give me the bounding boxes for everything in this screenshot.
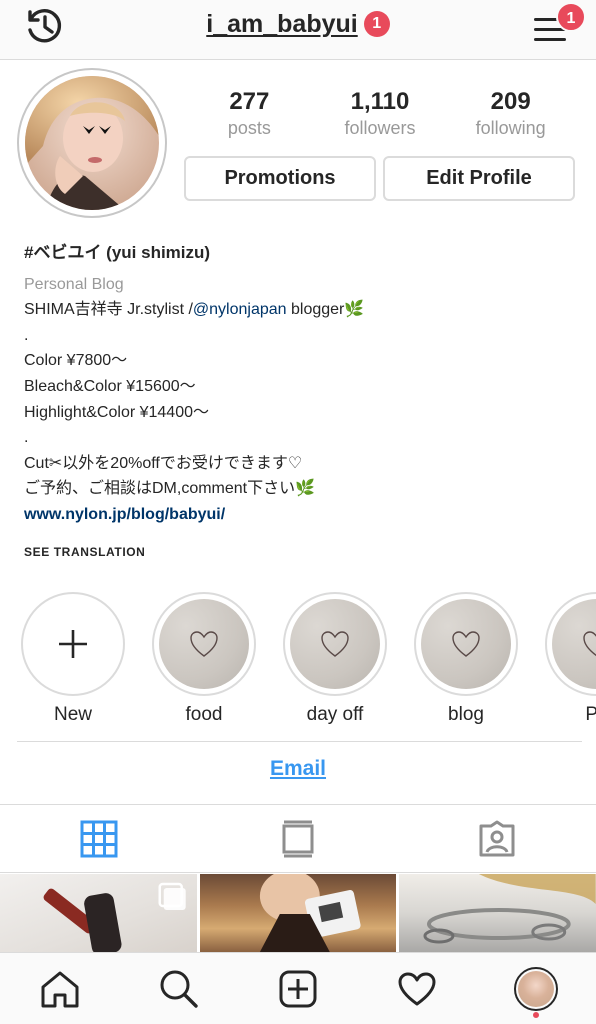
- bio-line: Cut✂︎以外を20%offでお受けできます♡: [24, 454, 303, 472]
- email-label: Email: [269, 757, 327, 780]
- post-image: [423, 874, 596, 944]
- highlight-ring: [21, 592, 125, 696]
- stat-label: following: [475, 118, 546, 138]
- bio-line: Highlight&Color ¥14400〜: [24, 403, 210, 421]
- menu-button[interactable]: 1: [532, 2, 586, 46]
- highlight-label: food: [185, 704, 223, 725]
- highlight-day-off[interactable]: day off: [283, 592, 387, 726]
- website-link[interactable]: www.nylon.jp/blog/babyui/: [24, 502, 574, 528]
- post-image: [259, 874, 361, 952]
- highlight-partial[interactable]: Pa: [545, 592, 596, 726]
- top-bar: i_am_babyui 1 1: [0, 0, 596, 60]
- search-icon: [160, 970, 198, 1008]
- email-contact-button[interactable]: Email: [0, 757, 596, 781]
- profile-avatar-ring[interactable]: [17, 68, 167, 218]
- plus-icon: [28, 599, 118, 689]
- stat-label: posts: [227, 118, 271, 138]
- highlight-ring: [283, 592, 387, 696]
- heart-icon: [583, 631, 596, 657]
- highlight-ring: [414, 592, 518, 696]
- highlight-label: Pa: [585, 704, 596, 725]
- highlight-blog[interactable]: blog: [414, 592, 518, 726]
- avatar-photo: [518, 970, 555, 1007]
- avatar-photo: [25, 76, 159, 210]
- bio-text: blogger🌿: [286, 301, 365, 319]
- notification-badge: 1: [363, 11, 390, 37]
- story-highlights: New food day off blog Pa: [0, 592, 596, 732]
- stat-posts[interactable]: 277 posts: [184, 88, 315, 139]
- profile-bio: #ベビユイ (yui shimizu) Personal Blog SHIMA吉…: [24, 240, 574, 528]
- activity-dot: [533, 1012, 540, 1018]
- promotions-button[interactable]: Promotions: [184, 156, 376, 201]
- highlight-cover: [552, 599, 596, 689]
- add-icon: [279, 970, 317, 1007]
- highlight-label: blog: [448, 704, 484, 725]
- list-icon: [282, 820, 314, 858]
- nav-activity[interactable]: [358, 953, 477, 1024]
- highlight-new[interactable]: New: [21, 592, 125, 726]
- username-label[interactable]: i_am_babyui: [206, 10, 357, 38]
- bio-text: SHIMA吉祥寺 Jr.stylist /: [24, 301, 193, 319]
- stat-value: 209: [490, 88, 531, 115]
- nav-profile[interactable]: [477, 953, 596, 1024]
- highlight-food[interactable]: food: [152, 592, 256, 726]
- profile-stats: 277 posts 1,110 followers 209 following: [184, 88, 576, 139]
- home-icon: [41, 971, 79, 1007]
- highlight-cover: [159, 599, 249, 689]
- stat-label: followers: [344, 118, 416, 138]
- nav-search[interactable]: [119, 953, 238, 1024]
- grid-icon: [80, 820, 118, 858]
- nav-add[interactable]: [238, 953, 357, 1024]
- stat-following[interactable]: 209 following: [445, 88, 576, 139]
- stat-value: 277: [229, 88, 270, 115]
- stat-value: 1,110: [350, 88, 410, 115]
- tab-tagged[interactable]: [397, 805, 596, 873]
- profile-avatar: [25, 76, 159, 210]
- display-name: #ベビユイ (yui shimizu): [24, 243, 211, 262]
- highlight-cover: [421, 599, 511, 689]
- post-image: [43, 882, 186, 952]
- tab-grid[interactable]: [0, 805, 199, 873]
- profile-tabs: [0, 805, 596, 873]
- heart-icon: [452, 631, 480, 657]
- tagged-icon: [479, 820, 515, 857]
- highlight-ring: [545, 592, 596, 696]
- bio-line: SHIMA吉祥寺 Jr.stylist /@nylonjapan blogger…: [24, 297, 574, 323]
- bio-line: Color ¥7800〜: [24, 352, 128, 370]
- menu-bar: [534, 38, 566, 41]
- profile-avatar: [514, 966, 559, 1011]
- menu-badge: 1: [556, 2, 586, 32]
- edit-profile-button[interactable]: Edit Profile: [383, 156, 575, 201]
- profile-category: Personal Blog: [24, 275, 124, 293]
- post-thumbnail[interactable]: [399, 874, 596, 952]
- highlight-label: New: [53, 704, 92, 725]
- tab-list[interactable]: [199, 805, 398, 873]
- nav-home[interactable]: [0, 953, 119, 1024]
- post-thumbnail[interactable]: [0, 874, 197, 952]
- posts-grid: [0, 874, 596, 952]
- stat-followers[interactable]: 1,110 followers: [315, 88, 446, 139]
- bio-line: ご予約、ご相談はDM,comment下さい🌿: [24, 480, 316, 498]
- heart-icon: [190, 631, 218, 657]
- bio-line: .: [24, 326, 29, 344]
- highlight-ring: [152, 592, 256, 696]
- username-title[interactable]: i_am_babyui 1: [0, 10, 596, 39]
- see-translation-link[interactable]: SEE TRANSLATION: [24, 545, 145, 559]
- heart-icon: [398, 972, 436, 1005]
- mention-link[interactable]: @nylonjapan: [193, 301, 287, 318]
- post-thumbnail[interactable]: [199, 874, 397, 952]
- bio-line: Bleach&Color ¥15600〜: [24, 377, 196, 395]
- heart-icon: [321, 631, 349, 657]
- divider: [17, 741, 582, 742]
- bottom-navigation: [0, 952, 596, 1024]
- highlight-label: day off: [306, 704, 364, 725]
- highlight-cover: [290, 599, 380, 689]
- divider: [0, 872, 596, 873]
- bio-line: .: [24, 429, 29, 447]
